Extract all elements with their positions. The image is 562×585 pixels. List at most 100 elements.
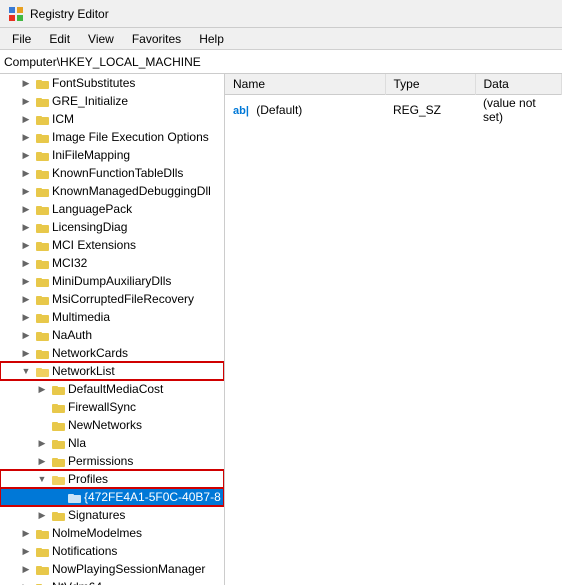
tree-item-mciextensions[interactable]: ▶ MCI Extensions	[0, 236, 224, 254]
row-data: (value not set)	[475, 95, 562, 126]
expander-fontsubstitutes[interactable]: ▶	[18, 75, 34, 91]
label-mci32: MCI32	[50, 256, 87, 270]
col-type: Type	[385, 74, 475, 95]
tree-item-nolmemodelmes[interactable]: ▶ NolmeModelmes	[0, 524, 224, 542]
expander-networklist[interactable]: ▼	[18, 363, 34, 379]
label-fontsubstitutes: FontSubstitutes	[50, 76, 135, 90]
menu-bar: File Edit View Favorites Help	[0, 28, 562, 50]
label-icm: ICM	[50, 112, 74, 126]
tree-item-licensingdiag[interactable]: ▶ LicensingDiag	[0, 218, 224, 236]
tree-item-networkcards[interactable]: ▶ NetworkCards	[0, 344, 224, 362]
folder-icon-nla	[50, 435, 66, 451]
data-panel: Name Type Data ab| (Default) REG_SZ (val…	[225, 74, 562, 585]
tree-item-mci32[interactable]: ▶ MCI32	[0, 254, 224, 272]
tree-item-fontsubstitutes[interactable]: ▶ FontSubstitutes	[0, 74, 224, 92]
tree-item-icm[interactable]: ▶ ICM	[0, 110, 224, 128]
expander-defaultmediacost[interactable]: ▶	[34, 381, 50, 397]
expander-mciextensions[interactable]: ▶	[18, 237, 34, 253]
tree-item-networklist[interactable]: ▼ NetworkList	[0, 362, 224, 380]
col-name: Name	[225, 74, 385, 95]
tree-item-inifilemapping[interactable]: ▶ IniFileMapping	[0, 146, 224, 164]
expander-networkcards[interactable]: ▶	[18, 345, 34, 361]
tree-item-languagepack[interactable]: ▶ LanguagePack	[0, 200, 224, 218]
expander-naauth[interactable]: ▶	[18, 327, 34, 343]
label-networkcards: NetworkCards	[50, 346, 128, 360]
folder-icon-fontsubstitutes	[34, 75, 50, 91]
expander-languagepack[interactable]: ▶	[18, 201, 34, 217]
tree-item-permissions[interactable]: ▶ Permissions	[0, 452, 224, 470]
expander-notifications[interactable]: ▶	[18, 543, 34, 559]
expander-permissions[interactable]: ▶	[34, 453, 50, 469]
expander-imagefileexecution[interactable]: ▶	[18, 129, 34, 145]
expander-inifilemapping[interactable]: ▶	[18, 147, 34, 163]
label-ntvdm64: NtVdm64	[50, 580, 102, 585]
tree-item-signatures[interactable]: ▶ Signatures	[0, 506, 224, 524]
label-imagefileexecution: Image File Execution Options	[50, 130, 209, 144]
tree-item-nowplaying[interactable]: ▶ NowPlayingSessionManager	[0, 560, 224, 578]
tree-item-firewallsync[interactable]: ▶ FirewallSync	[0, 398, 224, 416]
label-newnetworks: NewNetworks	[66, 418, 142, 432]
menu-help[interactable]: Help	[191, 30, 232, 48]
expander-nowplaying[interactable]: ▶	[18, 561, 34, 577]
tree-item-ntvdm64[interactable]: ▶ NtVdm64	[0, 578, 224, 585]
address-path[interactable]: Computer\HKEY_LOCAL_MACHINE	[4, 55, 201, 69]
expander-ntvdm64[interactable]: ▶	[18, 579, 34, 585]
expander-minidump[interactable]: ▶	[18, 273, 34, 289]
tree-item-imagefileexecution[interactable]: ▶ Image File Execution Options	[0, 128, 224, 146]
label-profileguid: {472FE4A1-5F0C-40B7-8	[82, 490, 221, 504]
folder-icon-notifications	[34, 543, 50, 559]
expander-mci32[interactable]: ▶	[18, 255, 34, 271]
folder-icon-nowplaying	[34, 561, 50, 577]
title-bar: Registry Editor	[0, 0, 562, 28]
folder-icon-multimedia	[34, 309, 50, 325]
tree-panel[interactable]: ▶ FontSubstitutes ▶ GRE_Initialize ▶ ICM…	[0, 74, 225, 585]
tree-item-knownmanaged[interactable]: ▶ KnownManagedDebuggingDll	[0, 182, 224, 200]
tree-item-profiles[interactable]: ▼ Profiles	[0, 470, 224, 488]
label-nolmemodelmes: NolmeModelmes	[50, 526, 142, 540]
expander-nla[interactable]: ▶	[34, 435, 50, 451]
expander-knownmanaged[interactable]: ▶	[18, 183, 34, 199]
expander-icm[interactable]: ▶	[18, 111, 34, 127]
menu-file[interactable]: File	[4, 30, 39, 48]
tree-item-naauth[interactable]: ▶ NaAuth	[0, 326, 224, 344]
tree-item-notifications[interactable]: ▶ Notifications	[0, 542, 224, 560]
expander-profiles[interactable]: ▼	[34, 471, 50, 487]
folder-icon-imagefileexecution	[34, 129, 50, 145]
tree-item-gre[interactable]: ▶ GRE_Initialize	[0, 92, 224, 110]
menu-view[interactable]: View	[80, 30, 122, 48]
label-notifications: Notifications	[50, 544, 117, 558]
folder-icon-networklist	[34, 363, 50, 379]
tree-item-knownfunction[interactable]: ▶ KnownFunctionTableDlls	[0, 164, 224, 182]
tree-item-multimedia[interactable]: ▶ Multimedia	[0, 308, 224, 326]
tree-item-profileguid[interactable]: ▶ {472FE4A1-5F0C-40B7-8	[0, 488, 224, 506]
folder-icon-licensingdiag	[34, 219, 50, 235]
tree-item-minidump[interactable]: ▶ MiniDumpAuxiliaryDlls	[0, 272, 224, 290]
label-profiles: Profiles	[66, 472, 108, 486]
label-nla: Nla	[66, 436, 86, 450]
folder-icon-permissions	[50, 453, 66, 469]
menu-edit[interactable]: Edit	[41, 30, 78, 48]
address-bar: Computer\HKEY_LOCAL_MACHINE	[0, 50, 562, 74]
expander-msicorrupted[interactable]: ▶	[18, 291, 34, 307]
ab-icon: ab|	[233, 105, 249, 117]
expander-multimedia[interactable]: ▶	[18, 309, 34, 325]
folder-icon-languagepack	[34, 201, 50, 217]
expander-nolmemodelmes[interactable]: ▶	[18, 525, 34, 541]
tree-item-defaultmediacost[interactable]: ▶ DefaultMediaCost	[0, 380, 224, 398]
expander-gre[interactable]: ▶	[18, 93, 34, 109]
folder-icon-knownfunction	[34, 165, 50, 181]
row-type: REG_SZ	[385, 95, 475, 126]
folder-icon-gre	[34, 93, 50, 109]
folder-icon-signatures	[50, 507, 66, 523]
expander-licensingdiag[interactable]: ▶	[18, 219, 34, 235]
expander-knownfunction[interactable]: ▶	[18, 165, 34, 181]
label-permissions: Permissions	[66, 454, 133, 468]
menu-favorites[interactable]: Favorites	[124, 30, 189, 48]
table-row[interactable]: ab| (Default) REG_SZ (value not set)	[225, 95, 562, 126]
tree-item-msicorrupted[interactable]: ▶ MsiCorruptedFileRecovery	[0, 290, 224, 308]
row-name: ab| (Default)	[225, 95, 385, 126]
tree-item-nla[interactable]: ▶ Nla	[0, 434, 224, 452]
expander-signatures[interactable]: ▶	[34, 507, 50, 523]
tree-item-newnetworks[interactable]: ▶ NewNetworks	[0, 416, 224, 434]
label-networklist: NetworkList	[50, 364, 115, 378]
